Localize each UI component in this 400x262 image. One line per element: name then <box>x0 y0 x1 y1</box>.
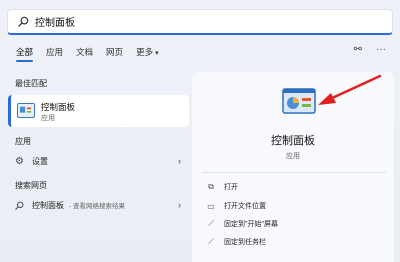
tab-more-label: 更多 <box>136 47 154 57</box>
search-query[interactable]: 控制面板 <box>35 14 75 29</box>
pin-icon: ⟋ <box>208 219 214 228</box>
best-match-type: 应用 <box>41 115 55 122</box>
control-panel-icon <box>282 88 316 114</box>
chevron-down-icon: ▾ <box>155 50 159 57</box>
chevron-right-icon[interactable]: › <box>178 156 181 166</box>
action-open[interactable]: ⧉ 打开 <box>206 182 238 192</box>
share-icon[interactable]: ⚯ <box>354 44 362 55</box>
app-result-settings[interactable]: ⚙ 设置 › <box>15 152 187 170</box>
action-pin-start[interactable]: ⟋ 固定到"开始"屏幕 <box>206 219 278 229</box>
filter-tabs: 全部 应用 文档 网页 更多 ▾ <box>16 46 172 62</box>
web-result-label: 控制面板 <box>32 200 64 210</box>
action-label: 打开 <box>224 184 238 191</box>
tab-more[interactable]: 更多 ▾ <box>136 46 159 58</box>
gear-icon: ⚙ <box>15 155 24 167</box>
toolbar-icons: ⚯ ··· <box>340 44 386 55</box>
open-icon: ⧉ <box>208 182 214 191</box>
control-panel-icon <box>17 103 35 118</box>
app-result-label: 设置 <box>31 156 48 166</box>
tab-apps[interactable]: 应用 <box>46 46 63 58</box>
search-icon <box>18 16 29 27</box>
search-box[interactable]: 控制面板 <box>7 9 393 35</box>
more-options-icon[interactable]: ··· <box>376 44 386 55</box>
web-result-sub: - 查看网络搜索结果 <box>69 203 125 210</box>
divider <box>202 172 386 173</box>
tab-web[interactable]: 网页 <box>106 46 123 58</box>
action-pin-taskbar[interactable]: ⟋ 固定到任务栏 <box>206 237 266 247</box>
detail-title: 控制面板 <box>271 135 315 147</box>
chevron-right-icon[interactable]: › <box>178 200 181 210</box>
action-label: 固定到"开始"屏幕 <box>224 221 278 228</box>
section-best-match-heading: 最佳匹配 <box>15 79 47 88</box>
detail-type: 应用 <box>286 153 300 160</box>
pin-icon: ⟋ <box>208 237 214 246</box>
section-web-heading: 搜索网页 <box>15 181 47 190</box>
action-label: 固定到任务栏 <box>224 239 266 246</box>
search-icon <box>15 201 24 210</box>
search-window: 控制面板 全部 应用 文档 网页 更多 ▾ ⚯ ··· 最佳匹配 控制面板 应用 … <box>0 0 400 262</box>
tab-documents[interactable]: 文档 <box>76 46 93 58</box>
action-label: 打开文件位置 <box>224 203 266 210</box>
action-open-file-location[interactable]: ▭ 打开文件位置 <box>206 201 266 211</box>
folder-icon: ▭ <box>207 201 215 211</box>
web-result[interactable]: 控制面板 - 查看网络搜索结果 › <box>15 196 187 214</box>
section-apps-heading: 应用 <box>15 137 31 146</box>
best-match-result[interactable]: 控制面板 应用 <box>8 95 189 127</box>
best-match-name: 控制面板 <box>41 102 76 112</box>
tab-all[interactable]: 全部 <box>16 46 34 62</box>
